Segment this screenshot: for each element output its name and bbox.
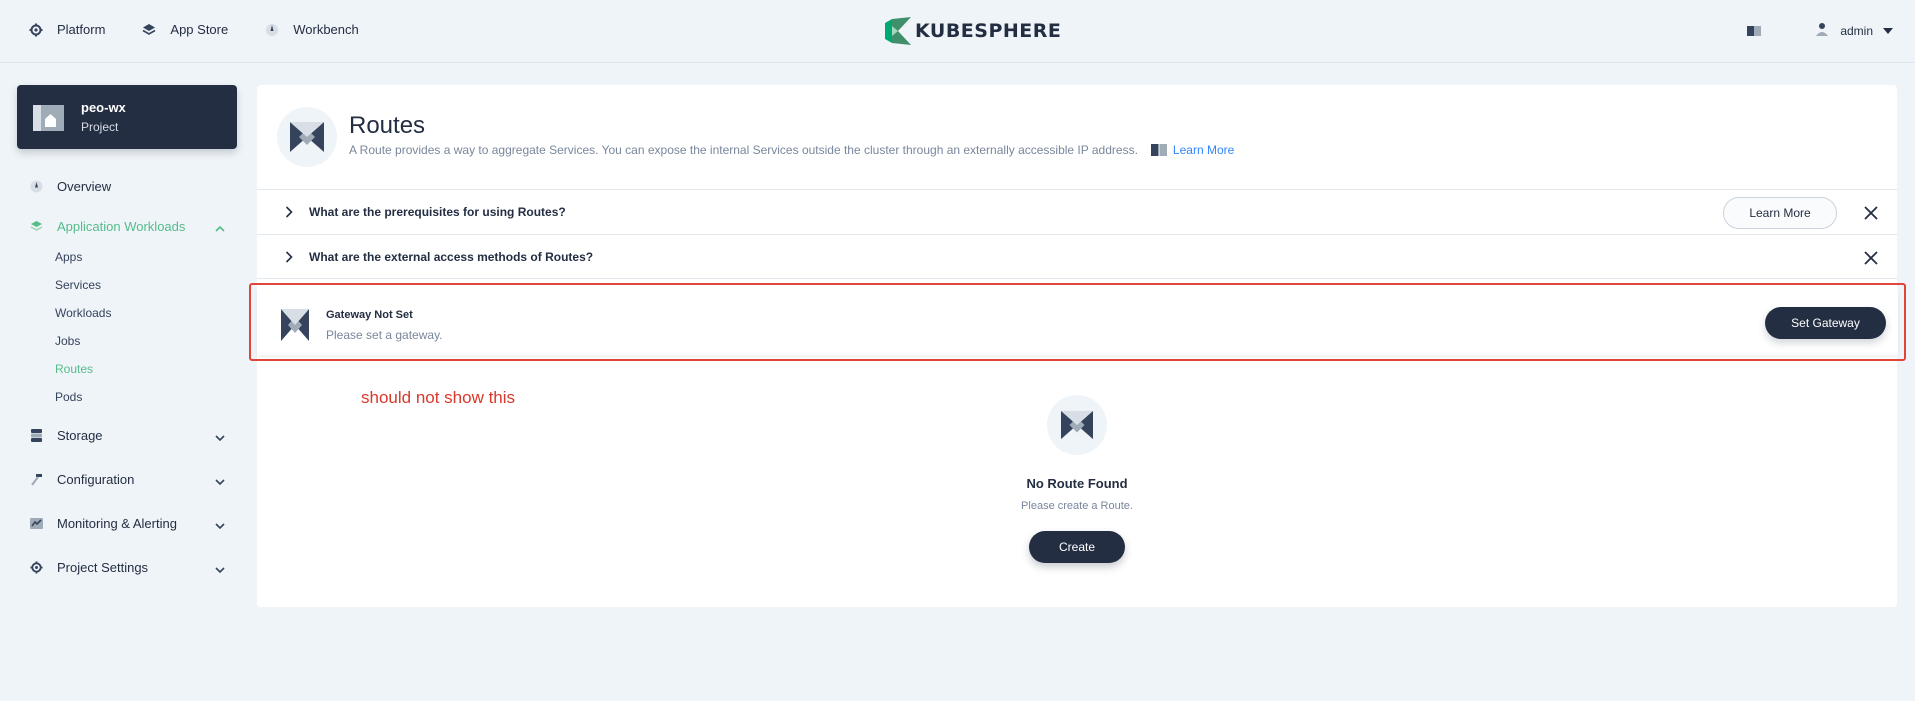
dashboard-icon	[30, 180, 43, 193]
tip-prerequisites[interactable]: What are the prerequisites for using Rou…	[257, 189, 1897, 234]
logo-text: KUBESPHERE	[915, 20, 1062, 42]
sidebar-item-storage[interactable]: Storage	[30, 425, 225, 445]
chevron-down-icon	[215, 562, 225, 577]
database-icon	[30, 428, 43, 442]
learn-more-label: Learn More	[1172, 143, 1235, 157]
gateway-icon	[281, 309, 309, 341]
empty-description: Please create a Route.	[1021, 500, 1133, 512]
nav-platform[interactable]: Platform	[29, 22, 105, 37]
chevron-right-icon	[285, 250, 293, 263]
empty-state: No Route Found Please create a Route. Cr…	[257, 395, 1897, 563]
chevron-down-icon	[215, 518, 225, 533]
tip-question: What are the prerequisites for using Rou…	[309, 205, 566, 219]
gateway-alert: Gateway Not Set Please set a gateway. Se…	[257, 289, 1898, 355]
sidebar-item-monitoring[interactable]: Monitoring & Alerting	[30, 513, 225, 533]
documentation-icon[interactable]	[1746, 24, 1762, 38]
kubesphere-logo[interactable]: KUBESPHERE	[885, 17, 1061, 45]
project-icon	[33, 102, 64, 133]
project-type: Project	[81, 120, 119, 134]
top-right: admin	[1746, 22, 1893, 39]
page-description: A Route provides a way to aggregate Serv…	[349, 143, 1234, 157]
tip-question: What are the external access methods of …	[309, 249, 594, 264]
nav-workbench[interactable]: Workbench	[265, 22, 359, 37]
nav-platform-label: Platform	[57, 22, 106, 37]
sidebar-item-jobs[interactable]: Jobs	[30, 327, 225, 355]
top-nav: Platform App Store Workbench	[29, 22, 396, 37]
sidebar-item-application-workloads[interactable]: Application Workloads	[30, 216, 225, 236]
dashboard-icon	[265, 23, 279, 37]
learn-more-link[interactable]: Learn More	[1150, 143, 1235, 157]
sidebar-item-project-settings[interactable]: Project Settings	[30, 557, 225, 577]
chevron-down-icon	[215, 474, 225, 489]
book-icon	[1150, 144, 1167, 156]
nav-app-store-label: App Store	[170, 22, 229, 37]
page-banner: Routes A Route provides a way to aggrega…	[257, 85, 1897, 189]
sidebar-item-overview[interactable]: Overview	[30, 176, 225, 196]
gateway-description: Please set a gateway.	[326, 328, 443, 342]
nav-app-store[interactable]: App Store	[142, 22, 228, 37]
sidebar-item-routes[interactable]: Routes	[30, 355, 225, 383]
routes-icon	[1047, 395, 1107, 455]
username: admin	[1840, 23, 1873, 38]
tip-access-methods[interactable]: What are the external access methods of …	[257, 234, 1897, 279]
project-name: peo-wx	[81, 100, 126, 115]
empty-title: No Route Found	[1026, 476, 1128, 491]
chevron-down-icon	[215, 430, 225, 445]
gateway-not-set-highlight: Gateway Not Set Please set a gateway. Se…	[249, 283, 1906, 361]
user-icon	[1816, 22, 1829, 39]
set-gateway-button[interactable]: Set Gateway	[1765, 307, 1886, 339]
chevron-up-icon	[215, 221, 225, 236]
project-selector[interactable]: peo-wx Project	[17, 85, 237, 149]
top-bar: Platform App Store Workbench KUBESPHERE …	[0, 0, 1915, 63]
sidebar-item-label: Project Settings	[57, 559, 149, 575]
gear-icon	[29, 23, 43, 37]
nav-workbench-label: Workbench	[293, 22, 359, 37]
chevron-right-icon	[285, 206, 293, 218]
monitor-chart-icon	[30, 517, 43, 530]
sidebar-item-label: Overview	[57, 178, 112, 194]
layers-icon	[30, 220, 43, 233]
gear-icon	[30, 560, 43, 574]
learn-more-button[interactable]: Learn More	[1723, 197, 1837, 229]
layers-icon	[142, 23, 156, 37]
sidebar-item-configuration[interactable]: Configuration	[30, 469, 225, 489]
sidebar-item-label: Storage	[57, 427, 103, 443]
caret-down-icon	[1883, 27, 1893, 34]
kubesphere-logo-icon	[885, 17, 911, 45]
create-button[interactable]: Create	[1029, 531, 1125, 563]
sidebar: Overview Application Workloads Apps Serv…	[30, 176, 225, 577]
sidebar-item-label: Configuration	[57, 471, 135, 487]
hammer-icon	[30, 473, 43, 486]
close-icon[interactable]	[1864, 206, 1878, 220]
sidebar-item-apps[interactable]: Apps	[30, 243, 225, 271]
sidebar-item-pods[interactable]: Pods	[30, 383, 225, 411]
gateway-title: Gateway Not Set	[326, 309, 413, 321]
page-title: Routes	[349, 112, 426, 139]
sidebar-item-services[interactable]: Services	[30, 271, 225, 299]
user-menu[interactable]: admin	[1816, 22, 1893, 39]
routes-icon	[277, 107, 337, 167]
sidebar-item-label: Application Workloads	[57, 218, 186, 234]
close-icon[interactable]	[1864, 251, 1878, 265]
sidebar-item-workloads[interactable]: Workloads	[30, 299, 225, 327]
sidebar-item-label: Monitoring & Alerting	[57, 515, 177, 531]
page-description-text: A Route provides a way to aggregate Serv…	[349, 143, 1138, 157]
